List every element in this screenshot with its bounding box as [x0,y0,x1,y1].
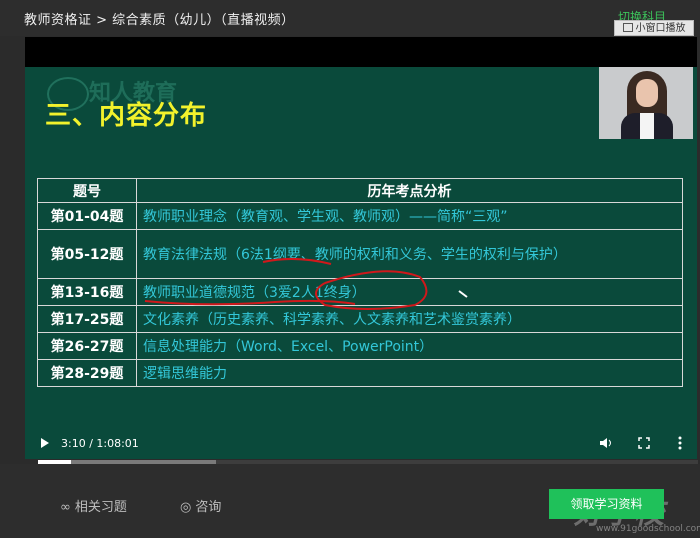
mini-window-label: 小窗口播放 [635,23,686,34]
col-header-analysis: 历年考点分析 [136,178,683,203]
get-materials-button[interactable]: 领取学习资料 [549,489,664,519]
row-num: 第13-16题 [37,278,137,306]
table-row: 第17-25题 文化素养（历史素养、科学素养、人文素养和艺术鉴赏素养） [37,305,683,333]
mini-window-button[interactable]: 小窗口播放 [614,20,694,36]
row-num: 第01-04题 [37,202,137,230]
col-header-num: 题号 [37,178,137,203]
site-url-watermark: www.91goodschool.com [596,524,700,534]
mini-window-icon [622,23,633,32]
row-text: 逻辑思维能力 [136,359,683,387]
breadcrumb[interactable]: 教师资格证 > 综合素质（幼儿）（直播视频） [24,9,295,28]
slide-frame: 知人教育 三、内容分布 题号 历年考点分析 第01-04题 教师职业理念（教育观… [25,67,697,459]
play-icon[interactable] [40,437,50,449]
table-row: 第28-29题 逻辑思维能力 [37,359,683,387]
related-exercises-label: 相关习题 [74,500,127,515]
more-options-icon[interactable] [677,435,683,451]
row-text: 教师职业道德规范（3爱2人1终身） [136,278,683,306]
content-table: 题号 历年考点分析 第01-04题 教师职业理念（教育观、学生观、教师观）——简… [37,178,683,387]
consult-label: 咨询 [195,500,222,515]
row-num: 第26-27题 [37,332,137,360]
link-icon: ∞ [60,500,71,515]
teacher-shirt [640,113,654,139]
volume-icon[interactable] [599,437,613,449]
table-row: 第01-04题 教师职业理念（教育观、学生观、教师观）——简称“三观” [37,202,683,230]
table-row: 第13-16题 教师职业道德规范（3爱2人1终身） [37,278,683,306]
row-text: 文化素养（历史素养、科学素养、人文素养和艺术鉴赏素养） [136,305,683,333]
teacher-face [636,79,658,107]
row-text: 信息处理能力（Word、Excel、PowerPoint） [136,332,683,360]
fullscreen-icon[interactable] [638,437,650,449]
row-text: 教育法律法规（6法1纲要、教师的权利和义务、学生的权利与保护） [136,229,683,279]
chat-icon: ◎ [180,500,192,515]
row-text: 教师职业理念（教育观、学生观、教师观）——简称“三观” [136,202,683,230]
related-exercises-button[interactable]: ∞ 相关习题 [60,496,127,515]
table-row: 第05-12题 教育法律法规（6法1纲要、教师的权利和义务、学生的权利与保护） [37,229,683,279]
row-num: 第17-25题 [37,305,137,333]
row-num: 第05-12题 [37,229,137,279]
time-display: 3:10 / 1:08:01 [61,437,139,450]
slide-title: 三、内容分布 [45,101,208,131]
consult-button[interactable]: ◎ 咨询 [180,496,221,515]
video-player[interactable]: 知人教育 三、内容分布 题号 历年考点分析 第01-04题 教师职业理念（教育观… [25,37,697,459]
video-controls: 3:10 / 1:08:01 [25,429,697,459]
table-header-row: 题号 历年考点分析 [37,178,683,203]
table-row: 第26-27题 信息处理能力（Word、Excel、PowerPoint） [37,332,683,360]
teacher-camera [599,67,693,139]
row-num: 第28-29题 [37,359,137,387]
